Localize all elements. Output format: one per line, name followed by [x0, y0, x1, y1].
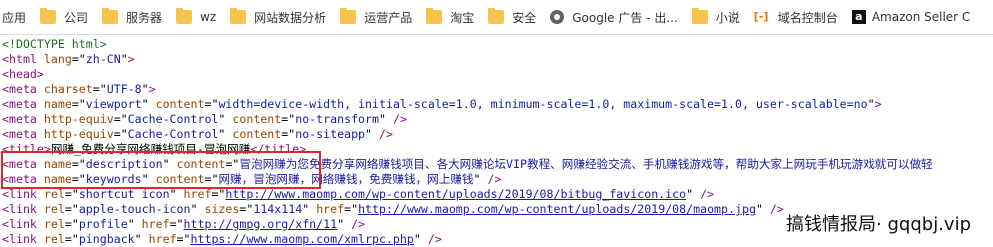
- bookmark-label: wz: [200, 10, 217, 24]
- bookmark-novels[interactable]: 小说: [686, 0, 748, 34]
- bookmark-label: 网站数据分析: [254, 10, 327, 25]
- bookmark-label: 运营产品: [364, 10, 413, 25]
- viewport-value: width=device-width, initial-scale=1.0, m…: [218, 97, 868, 111]
- lang-value: zh-CN: [85, 52, 121, 66]
- bookmark-security[interactable]: 安全: [482, 0, 544, 34]
- bookmark-label: 淘宝: [450, 10, 475, 25]
- bookmark-label: 服务器: [126, 10, 163, 25]
- apple-touch-icon-link[interactable]: http://www.maomp.com/wp-content/uploads/…: [358, 202, 756, 216]
- cache-transform-value: no-transform: [295, 112, 379, 126]
- source-line-doctype: <!DOCTYPE html>: [2, 37, 107, 52]
- bookmark-analytics[interactable]: 网站数据分析: [224, 0, 334, 34]
- folder-icon: [488, 8, 505, 24]
- bookmark-label: 公司: [64, 10, 89, 25]
- folder-icon: [691, 8, 708, 24]
- source-line-shortcut-icon: <link rel="shortcut icon" href="http://w…: [2, 187, 715, 201]
- source-line-pingback: <link rel="pingback" href="https://www.m…: [2, 232, 442, 246]
- bookmark-label: 域名控制台: [777, 10, 838, 25]
- folder-icon: [340, 8, 357, 24]
- bookmark-wz[interactable]: wz: [170, 0, 224, 34]
- bookmark-google-ads[interactable]: Google 广告 - 出...: [544, 0, 686, 34]
- shortcut-icon-link[interactable]: http://www.maomp.com/wp-content/uploads/…: [225, 187, 686, 201]
- bookmarks-bar: 应用 公司 服务器 wz 网站数据分析 运营产品 淘宝 安全 Google 广告…: [0, 0, 993, 35]
- highlight-box: [1, 151, 321, 189]
- source-line-viewport: <meta name="viewport" content="width=dev…: [2, 97, 882, 111]
- bookmark-company[interactable]: 公司: [34, 0, 96, 34]
- charset-value: UTF-8: [106, 82, 142, 96]
- bookmark-label: Google 广告 - 出...: [572, 10, 678, 25]
- source-line-head: <head>: [2, 67, 44, 81]
- bookmark-servers[interactable]: 服务器: [96, 0, 170, 34]
- amazon-icon: a: [851, 10, 866, 24]
- source-line-cache-siteapp: <meta http-equiv="Cache-Control" content…: [2, 127, 393, 141]
- aliyun-icon: [-]: [753, 10, 769, 23]
- apple-sizes-value: 114x114: [253, 202, 303, 216]
- bookmark-label: 小说: [715, 10, 740, 25]
- pingback-link[interactable]: https://www.maomp.com/xmlrpc.php: [191, 232, 414, 246]
- doctype-text: <!DOCTYPE html>: [2, 37, 107, 51]
- bookmark-label: 应用: [2, 10, 27, 25]
- source-line-profile: <link rel="profile" href="http://gmpg.or…: [2, 217, 366, 231]
- folder-icon: [40, 8, 57, 24]
- profile-link[interactable]: http://gmpg.org/xfn/11: [184, 217, 338, 231]
- folder-icon: [230, 8, 247, 24]
- bookmark-label: 安全: [512, 10, 537, 25]
- bookmark-domain-console[interactable]: [-] 域名控制台: [748, 0, 846, 34]
- folder-icon: [426, 8, 443, 24]
- source-line-charset: <meta charset="UTF-8">: [2, 82, 156, 96]
- bookmark-amazon-seller[interactable]: a Amazon Seller C: [846, 0, 979, 34]
- source-line-apple-touch-icon: <link rel="apple-touch-icon" sizes="114x…: [2, 202, 784, 216]
- watermark: 搞钱情报局· gqqbj.vip: [782, 210, 975, 236]
- bookmark-apps[interactable]: 应用: [0, 0, 34, 34]
- bookmark-ops[interactable]: 运营产品: [334, 0, 420, 34]
- folder-icon: [176, 8, 193, 24]
- folder-icon: [102, 8, 119, 24]
- bookmark-taobao[interactable]: 淘宝: [420, 0, 482, 34]
- bookmark-label: Amazon Seller C: [871, 10, 971, 24]
- google-icon: [550, 10, 565, 24]
- source-line-cache-transform: <meta http-equiv="Cache-Control" content…: [2, 112, 407, 126]
- source-line-html: <html lang="zh-CN">: [2, 52, 135, 66]
- cache-siteapp-value: no-siteapp: [295, 127, 366, 141]
- description-value: 冒泡网赚为您免费分享网络赚钱项目、各大网赚论坛VIP教程、网赚经验交流、手机赚钱…: [239, 157, 933, 171]
